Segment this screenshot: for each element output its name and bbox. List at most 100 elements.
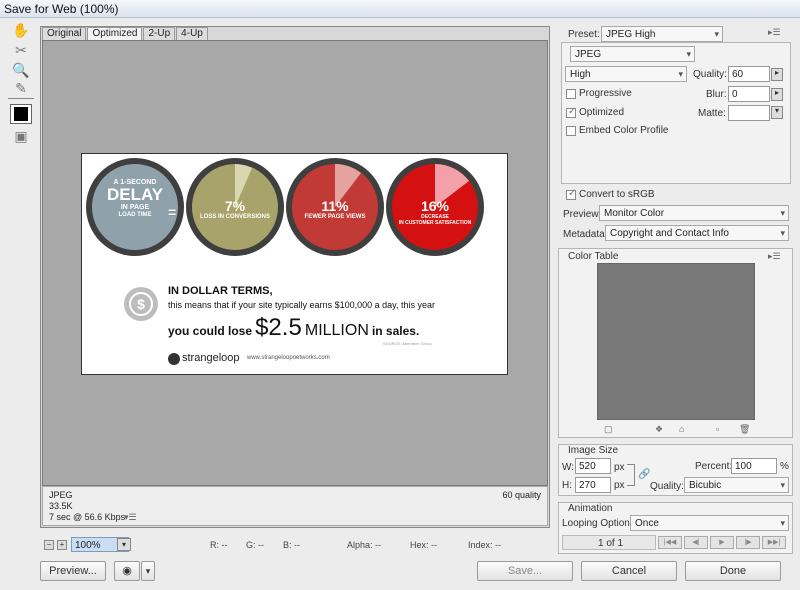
percent-field[interactable]: 100 <box>731 458 777 474</box>
zoom-in-button[interactable]: + <box>57 540 67 550</box>
blur-field[interactable]: 0 <box>728 86 770 102</box>
tool-divider <box>8 98 34 99</box>
last-frame-icon[interactable]: ▶▶| <box>762 536 786 549</box>
browser-preview-icon[interactable]: ◉ <box>114 561 140 581</box>
eyedropper-tool-icon[interactable]: ✎ <box>10 78 32 98</box>
looping-label: Looping Options: <box>562 518 638 529</box>
animation-title: Animation <box>568 503 613 514</box>
percent-unit: % <box>780 461 789 472</box>
info-quality: 60 quality <box>502 490 541 500</box>
artwork-line3d: in sales. <box>371 324 420 338</box>
artwork-line3b: $2.5 <box>255 314 302 341</box>
slice-select-tool-icon[interactable]: ✂ <box>10 40 32 60</box>
web-snap-icon[interactable]: ▢ <box>604 424 613 435</box>
stat2-pct: 7% <box>224 198 246 214</box>
save-button[interactable]: Save... <box>477 561 573 581</box>
preset-label: Preset: <box>568 29 600 40</box>
tab-2-up[interactable]: 2-Up <box>143 27 176 40</box>
lock-color-icon[interactable]: ⌂ <box>679 424 684 434</box>
stat1-suffix1: IN PAGE <box>120 204 150 211</box>
artwork-brand: strangeloop <box>182 352 240 364</box>
hand-tool-icon[interactable]: ✋ <box>10 20 32 40</box>
height-field[interactable]: 270 <box>575 477 611 493</box>
blur-label: Blur: <box>706 89 727 100</box>
width-label: W: <box>562 462 575 473</box>
artwork-url: www.strangeloopnetworks.com <box>247 355 330 361</box>
eyedropper-color-swatch[interactable] <box>10 104 32 124</box>
stat-circle-conversions: 7% LOSS IN CONVERSIONS <box>186 158 284 256</box>
resample-quality-select[interactable]: Bicubic <box>684 477 789 493</box>
quality-slider-icon[interactable]: ▸ <box>771 68 783 81</box>
first-frame-icon[interactable]: |◀◀ <box>658 536 682 549</box>
toggle-slices-icon[interactable]: ▣ <box>10 126 32 146</box>
stat-circle-satisfaction: 16% DECREASE IN CUSTOMER SATISFACTION <box>386 158 484 256</box>
new-color-icon[interactable]: ▫ <box>716 424 719 434</box>
stat2-label: LOSS IN CONVERSIONS <box>199 214 270 220</box>
cancel-button[interactable]: Cancel <box>581 561 677 581</box>
metadata-select[interactable]: Copyright and Contact Info <box>605 225 789 241</box>
preview-button[interactable]: Preview... <box>40 561 106 581</box>
preview-mode-label: Preview: <box>563 209 602 220</box>
blur-slider-icon[interactable]: ▸ <box>771 88 783 101</box>
convert-srgb-label: Convert to sRGB <box>579 189 655 200</box>
strangeloop-logo-icon <box>168 353 180 365</box>
optimized-checkbox[interactable] <box>566 106 576 118</box>
matte-dropdown-icon[interactable]: ▾ <box>771 106 783 119</box>
optimized-label: Optimized <box>579 107 625 118</box>
play-icon[interactable]: ▶ <box>710 536 734 549</box>
stat3-label: FEWER PAGE VIEWS <box>304 214 366 220</box>
zoom-dropdown-icon[interactable]: ▾ <box>117 538 131 551</box>
tab-original[interactable]: Original <box>42 27 87 40</box>
next-frame-icon[interactable]: |▶ <box>736 536 760 549</box>
stat3-pct: 11% <box>321 198 349 214</box>
preset-select[interactable]: JPEG High <box>601 26 723 42</box>
stat-circle-page-views: 11% FEWER PAGE VIEWS <box>286 158 384 256</box>
looping-select[interactable]: Once <box>630 515 789 531</box>
width-field[interactable]: 520 <box>575 458 611 474</box>
info-size: 33.5K <box>49 501 73 511</box>
previous-frame-icon[interactable]: ◀| <box>684 536 708 549</box>
constrain-link-icon[interactable]: 🔗 <box>638 469 650 480</box>
frame-counter: 1 of 1 <box>598 538 624 549</box>
delete-color-icon[interactable]: 🗑 <box>739 424 750 435</box>
metadata-label: Metadata: <box>563 229 608 240</box>
tab-4-up[interactable]: 4-Up <box>176 27 208 40</box>
web-shift-icon[interactable]: ❖ <box>655 424 663 435</box>
preset-menu-icon[interactable]: ▸☰ <box>768 27 781 38</box>
image-size-title: Image Size <box>568 445 619 456</box>
stat1-suffix2: LOAD TIME <box>118 212 152 218</box>
optimization-info: JPEG 33.5K 7 sec @ 56.6 Kbps ▾☰ 60 quali… <box>42 486 548 526</box>
stat4-label2: IN CUSTOMER SATISFACTION <box>398 220 472 226</box>
tab-optimized[interactable]: Optimized <box>87 27 143 40</box>
zoom-tool-icon[interactable]: 🔍 <box>10 60 32 80</box>
quality-field[interactable]: 60 <box>728 66 770 82</box>
info-format: JPEG <box>49 490 73 500</box>
view-tabs: Original Optimized 2-Up 4-Up <box>42 27 209 40</box>
color-table-menu-icon[interactable]: ▸☰ <box>768 251 781 262</box>
color-table-grid[interactable] <box>597 263 755 420</box>
artwork-line1: IN DOLLAR TERMS, <box>168 285 273 297</box>
embed-profile-checkbox[interactable] <box>566 126 576 136</box>
equals-sign: = <box>168 204 177 220</box>
matte-field[interactable] <box>728 105 770 121</box>
embed-profile-label: Embed Color Profile <box>579 125 669 136</box>
readout-b: B: -- <box>283 540 300 550</box>
format-select[interactable]: JPEG <box>570 46 695 62</box>
preview-mode-select[interactable]: Monitor Color <box>599 205 789 221</box>
preview-image[interactable]: A 1-SECOND DELAY IN PAGE LOAD TIME = 7% … <box>81 153 508 375</box>
readout-index: Index: -- <box>468 540 502 550</box>
artwork-source: SOURCE: Aberdeen Group <box>383 341 432 346</box>
info-menu-icon[interactable]: ▾☰ <box>124 512 137 523</box>
zoom-out-button[interactable]: − <box>44 540 54 550</box>
progressive-checkbox[interactable] <box>566 89 576 99</box>
zoom-bar: − + 100% ▾ R: -- G: -- B: -- Alpha: -- H… <box>40 536 550 554</box>
convert-srgb-checkbox[interactable] <box>566 188 576 200</box>
artwork-line3c: MILLION <box>304 322 369 339</box>
height-label: H: <box>562 480 572 491</box>
browser-menu-icon[interactable]: ▾ <box>141 561 155 581</box>
artwork-line2: this means that if your site typically e… <box>168 300 435 310</box>
quality-preset-select[interactable]: High <box>565 66 687 82</box>
percent-label: Percent: <box>695 461 733 472</box>
done-button[interactable]: Done <box>685 561 781 581</box>
artwork-line3a: you could lose <box>168 324 253 338</box>
